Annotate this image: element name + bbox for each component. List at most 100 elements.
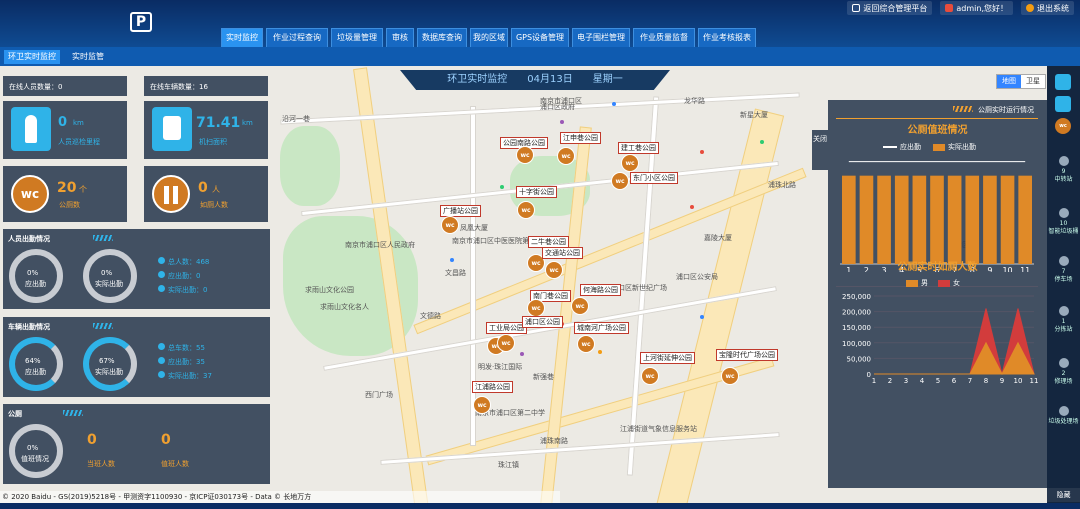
staff-actual-label: 实际出勤: [95, 280, 123, 288]
toilet-marker-icon[interactable]: wc: [545, 261, 563, 279]
toilet-marker-icon[interactable]: wc: [621, 154, 639, 172]
toilet-marker-label[interactable]: 江浦路公园: [472, 381, 513, 393]
duty-bar[interactable]: [1000, 175, 1015, 264]
logout-button[interactable]: 退出系统: [1021, 1, 1074, 15]
toilet-marker-label[interactable]: 江申巷公园: [560, 132, 601, 144]
toilet-marker-icon[interactable]: wc: [641, 367, 659, 385]
toilet-marker-icon[interactable]: wc: [497, 334, 515, 352]
map-label: 新强巷: [533, 373, 554, 381]
y-tick-label: 100,000: [842, 340, 871, 348]
back-to-platform-link[interactable]: 返回综合管理平台: [847, 1, 933, 15]
toilet-count-label: 公厕数: [59, 201, 80, 209]
subtab-sanitation-monitor[interactable]: 环卫实时监控: [4, 50, 60, 64]
rside-item-5[interactable]: 垃圾处理场: [1048, 406, 1079, 426]
toilet-marker-label[interactable]: 浦口区公园: [522, 316, 563, 328]
duty-bar[interactable]: [1018, 175, 1032, 264]
staff-attendance-title: 人员出勤情况: [8, 235, 50, 243]
nav-tab-9[interactable]: 作业考核报表: [698, 28, 756, 47]
toilet-marker-label[interactable]: 东门小区公园: [630, 172, 678, 184]
duty-bar[interactable]: [877, 175, 891, 264]
close-panel-tab[interactable]: 关闭: [812, 130, 828, 170]
category-icon: [1058, 156, 1069, 166]
subtab-realtime-supervision[interactable]: 实时监管: [68, 50, 108, 64]
toilet-marker-label[interactable]: 工业局公园: [486, 322, 527, 334]
toilet-marker-label[interactable]: 广播站公园: [440, 205, 481, 217]
map-poi-icon[interactable]: [700, 315, 704, 319]
user-menu[interactable]: admin,您好！: [940, 1, 1013, 15]
legend-actual: 实际出勤: [933, 142, 976, 152]
toilet-marker-label[interactable]: 城南河广场公园: [574, 322, 629, 334]
map-label: 龙华路: [684, 97, 705, 105]
category-icon: [1058, 358, 1069, 368]
map-poi-icon[interactable]: [560, 120, 564, 124]
map-poi-icon[interactable]: [700, 150, 704, 154]
map-poi-icon[interactable]: [598, 350, 602, 354]
vehicle-stat-actual: 实际出勤：37: [158, 369, 212, 383]
duty-bar[interactable]: [930, 175, 944, 264]
hide-panel-button[interactable]: 隐藏: [1047, 488, 1080, 502]
wc-tool-icon[interactable]: wc: [1055, 118, 1071, 134]
toilet-marker-label[interactable]: 上河街延伸公园: [640, 352, 695, 364]
x-tick-label: 10: [1014, 377, 1023, 385]
toilet-marker-icon[interactable]: wc: [577, 335, 595, 353]
toilet-marker-icon[interactable]: wc: [557, 147, 575, 165]
toilet-marker-icon[interactable]: wc: [441, 216, 459, 234]
nav-tab-6[interactable]: GPS设备管理: [511, 28, 569, 47]
duty-bar[interactable]: [894, 175, 909, 264]
rside-item-3[interactable]: 1 分拣站: [1048, 306, 1079, 334]
person-tool-icon[interactable]: [1055, 74, 1071, 90]
nav-tab-3[interactable]: 审核: [386, 28, 414, 47]
nav-tab-4[interactable]: 数据库查询: [417, 28, 467, 47]
x-tick-label: 1: [872, 377, 876, 385]
map-type-map[interactable]: 地图: [997, 75, 1021, 88]
title-decoration: [93, 323, 113, 329]
duty-bar[interactable]: [983, 175, 997, 264]
map-poi-icon[interactable]: [612, 102, 616, 106]
map-poi-icon[interactable]: [520, 352, 524, 356]
x-tick-label: 11: [1030, 377, 1039, 385]
map-poi-icon[interactable]: [690, 205, 694, 209]
toilet-marker-label[interactable]: 建工巷公园: [618, 142, 659, 154]
toilet-marker-label[interactable]: 何海路公园: [580, 284, 621, 296]
app-logo: P: [130, 12, 152, 32]
toilet-marker-label[interactable]: 十字街公园: [516, 186, 557, 198]
map-label: 珠江镇: [498, 461, 519, 469]
toilet-marker-icon[interactable]: wc: [527, 299, 545, 317]
duty-bar[interactable]: [842, 175, 856, 264]
duty-bar[interactable]: [859, 175, 874, 264]
toilet-marker-icon[interactable]: wc: [517, 201, 535, 219]
map-poi-icon[interactable]: [500, 185, 504, 189]
street: [380, 432, 780, 465]
nav-tab-1[interactable]: 作业过程查询: [266, 28, 328, 47]
nav-tab-2[interactable]: 垃圾量管理: [331, 28, 383, 47]
toilet-marker-label[interactable]: 宝隆时代广场公园: [716, 349, 778, 361]
map-poi-icon[interactable]: [760, 140, 764, 144]
map-poi-icon[interactable]: [450, 258, 454, 262]
category-icon: [1058, 406, 1069, 416]
rside-item-2[interactable]: 7 停车场: [1048, 256, 1079, 284]
nav-tab-7[interactable]: 电子围栏管理: [572, 28, 630, 47]
toilet-marker-icon[interactable]: wc: [721, 367, 739, 385]
toilet-marker-icon[interactable]: wc: [571, 297, 589, 315]
staff-expected-label: 应出勤: [25, 280, 46, 288]
toilet-marker-icon[interactable]: wc: [611, 172, 629, 190]
rside-item-0[interactable]: 9 中转站: [1048, 156, 1079, 184]
duty-bar[interactable]: [912, 175, 927, 264]
toilet-marker-icon[interactable]: wc: [516, 146, 534, 164]
rside-item-4[interactable]: 2 修理场: [1048, 358, 1079, 386]
x-tick-label: 8: [984, 377, 988, 385]
staff-km-label: 人员巡检里程: [58, 138, 100, 146]
map-type-satellite[interactable]: 卫星: [1021, 75, 1045, 88]
green-area: [280, 126, 340, 206]
toilet-marker-icon[interactable]: wc: [473, 396, 491, 414]
toilet-marker-label[interactable]: 交通站公园: [542, 247, 583, 259]
pin-tool-icon[interactable]: [1055, 96, 1071, 112]
header-decoration: [953, 106, 973, 112]
rside-item-1[interactable]: 10 智能垃圾桶: [1048, 208, 1079, 236]
nav-tab-0[interactable]: 实时监控: [221, 28, 263, 47]
nav-tab-5[interactable]: 我的区域: [470, 28, 508, 47]
nav-tab-8[interactable]: 作业质量监督: [633, 28, 695, 47]
duty-bar[interactable]: [965, 175, 980, 264]
duty-bar[interactable]: [947, 175, 962, 264]
staff-actual-percent: 0%: [101, 269, 113, 277]
